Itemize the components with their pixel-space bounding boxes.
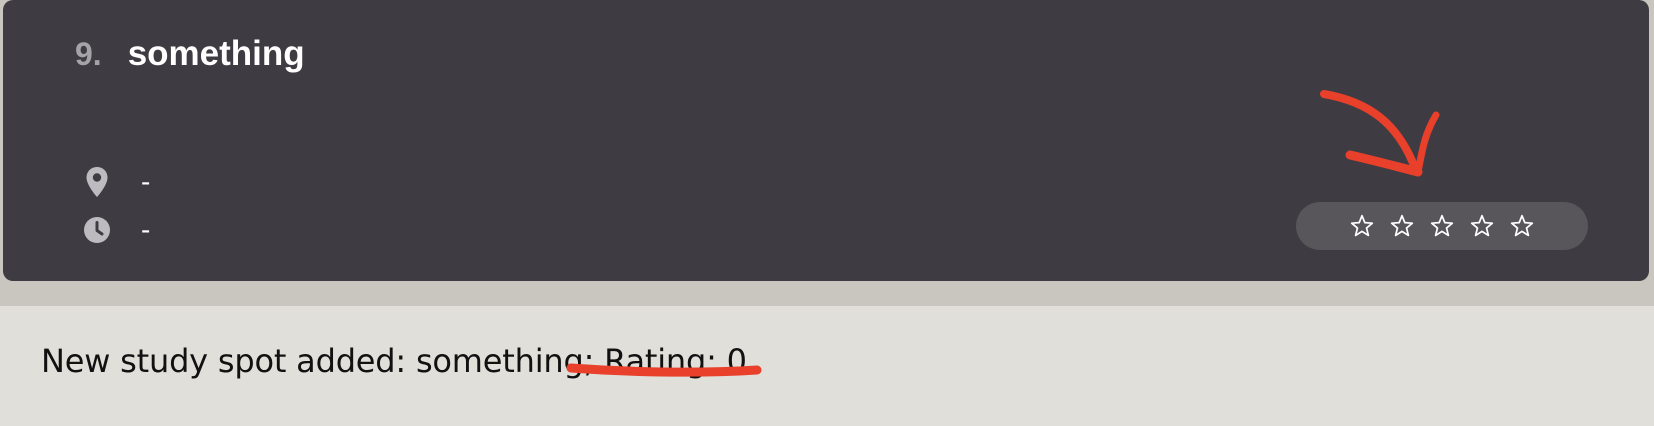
star-icon-1[interactable] [1349, 213, 1375, 239]
card-title: something [127, 34, 305, 73]
star-rating[interactable] [1296, 202, 1588, 250]
study-spot-card: 9. something - - [3, 0, 1649, 281]
location-pin-icon [83, 166, 111, 198]
star-icon-5[interactable] [1509, 213, 1535, 239]
notification-rating: Rating: 0 [604, 342, 747, 380]
notification-message: New study spot added: something; Rating:… [41, 342, 747, 380]
card-index: 9. [75, 36, 102, 72]
time-value: - [141, 214, 151, 245]
location-value: - [141, 166, 151, 197]
card-header: 9. something [75, 34, 305, 74]
time-row: - [83, 214, 150, 246]
clock-icon [83, 214, 111, 246]
notification-panel: New study spot added: something; Rating:… [0, 306, 1654, 426]
star-icon-3[interactable] [1429, 213, 1455, 239]
star-icon-2[interactable] [1389, 213, 1415, 239]
star-icon-4[interactable] [1469, 213, 1495, 239]
notification-prefix: New study spot added: something; [41, 342, 605, 380]
location-row: - [83, 166, 150, 198]
